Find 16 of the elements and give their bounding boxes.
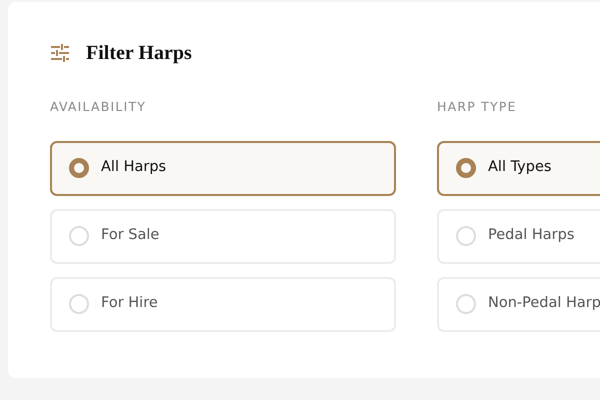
panel-title: Filter Harps (86, 41, 192, 66)
radio-option[interactable]: Non-Pedal Harp (437, 276, 600, 332)
radio-unchecked-icon (456, 226, 476, 246)
radio-option[interactable]: For Sale (50, 208, 396, 264)
radio-checked-icon (69, 158, 89, 178)
radio-unchecked-icon (69, 226, 89, 246)
radio-option[interactable]: All Types (437, 140, 600, 196)
radio-option[interactable]: All Harps (50, 140, 396, 196)
radio-option[interactable]: Pedal Harps (437, 208, 600, 264)
radio-option[interactable]: For Hire (50, 276, 396, 332)
radio-unchecked-icon (456, 294, 476, 314)
group-label: HARP TYPE (437, 98, 518, 116)
radio-unchecked-icon (69, 294, 89, 314)
group-label: AVAILABILITY (50, 98, 148, 116)
sliders-icon (50, 44, 70, 62)
radio-checked-icon (456, 158, 476, 178)
